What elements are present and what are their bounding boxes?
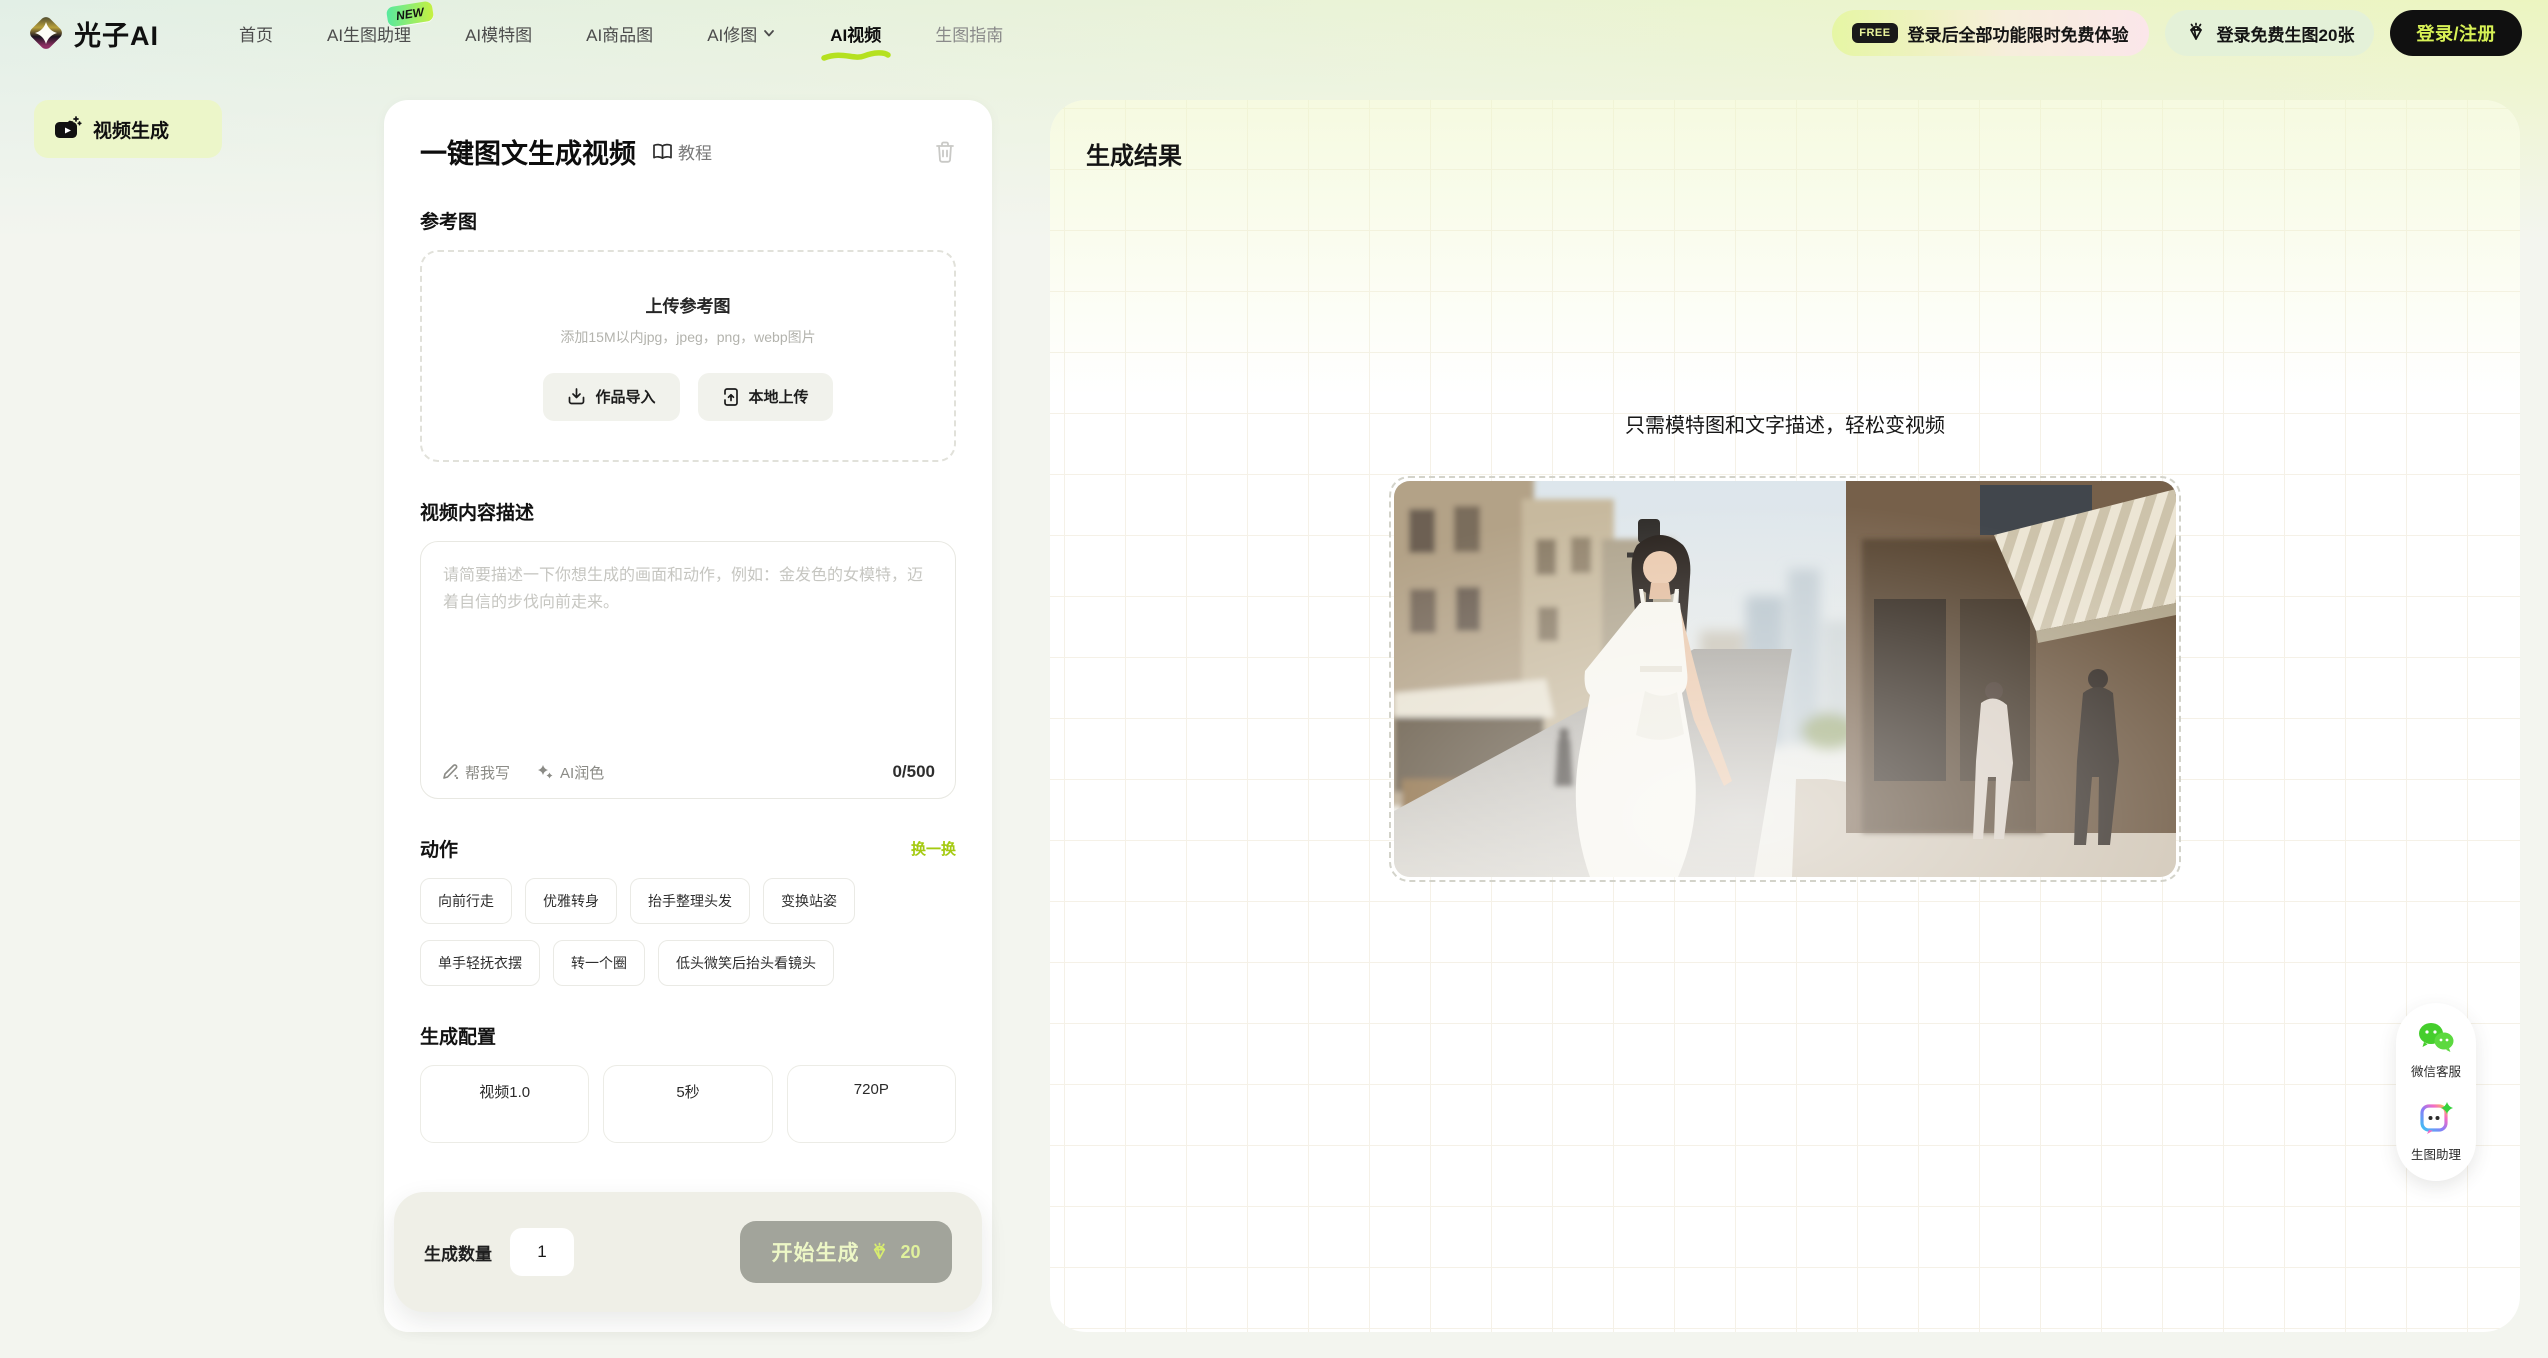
pencil-icon [441,763,459,781]
wechat-support-label: 微信客服 [2411,1061,2461,1080]
promo-text: 登录后全部功能限时免费体验 [1908,21,2129,46]
new-badge: NEW [386,0,435,27]
import-from-works-button[interactable]: 作品导入 [543,373,679,421]
action-tag-row-1: 向前行走 优雅转身 抬手整理头发 变换站姿 [420,878,956,924]
form-title: 一键图文生成视频 [420,132,636,171]
video-generation-form-panel: 一键图文生成视频 教程 参考图 上传参考图 添加15M以内jpg，jpeg，pn… [384,100,992,1332]
upload-title: 上传参考图 [646,292,731,317]
reference-image-label: 参考图 [420,207,956,234]
config-option-model[interactable]: 视频1.0 [420,1065,589,1143]
config-options-row: 视频1.0 5秒 720P [420,1065,956,1143]
image-assistant-icon [2416,1098,2456,1138]
free-trial-promo-pill[interactable]: FREE 登录后全部功能限时免费体验 [1832,10,2148,56]
chevron-down-icon [762,26,776,40]
quantity-input[interactable] [510,1228,574,1276]
shuffle-actions-link[interactable]: 换一换 [911,838,956,859]
char-counter: 0/500 [892,762,935,782]
sidebar-item-label: 视频生成 [93,116,169,143]
gem-cost-icon [869,1242,890,1263]
demo-video-frame [1389,476,2181,882]
tutorial-link[interactable]: 教程 [652,139,712,164]
config-option-resolution[interactable]: 720P [787,1065,956,1143]
book-icon [652,143,673,161]
sidebar-item-video-generation[interactable]: 视频生成 [34,100,222,158]
generation-config-label: 生成配置 [420,1022,956,1049]
config-option-duration[interactable]: 5秒 [603,1065,772,1143]
quantity-label: 生成数量 [424,1240,492,1265]
main-nav: 首页 AI生图助理 NEW AI模特图 AI商品图 AI修图 AI视频 生图指南 [239,21,1003,46]
image-assistant-button[interactable]: 生图助理 [2411,1098,2461,1163]
logo-diamond-icon [26,13,66,53]
demo-model-street-image [1394,481,2176,877]
floating-contact-pill: 微信客服 生图助理 [2396,1003,2476,1181]
logo[interactable]: 光子AI [26,13,159,53]
generation-result-panel: 生成结果 只需模特图和文字描述，轻松变视频 [1050,100,2520,1332]
action-tag[interactable]: 抬手整理头发 [630,878,750,924]
active-underline-swoosh [820,48,892,62]
free-badge: FREE [1852,23,1897,43]
action-label: 动作 [420,835,458,862]
nav-item-ai-image-assistant[interactable]: AI生图助理 NEW [327,21,411,46]
action-tag[interactable]: 向前行走 [420,878,512,924]
top-navigation-bar: 光子AI 首页 AI生图助理 NEW AI模特图 AI商品图 AI修图 AI视频… [0,0,2548,66]
description-textarea[interactable] [421,542,955,732]
login-register-button[interactable]: 登录/注册 [2390,10,2522,56]
action-tag[interactable]: 低头微笑后抬头看镜头 [658,940,834,986]
description-label: 视频内容描述 [420,498,956,525]
action-tag[interactable]: 转一个圈 [553,940,645,986]
wechat-icon [2416,1021,2456,1055]
upload-hint: 添加15M以内jpg，jpeg，png，webp图片 [560,327,815,347]
nav-item-ai-product-image[interactable]: AI商品图 [586,21,653,46]
logo-text: 光子AI [74,14,159,53]
action-tag-row-2: 单手轻抚衣摆 转一个圈 低头微笑后抬头看镜头 [420,940,956,986]
import-icon [567,387,586,406]
header-right-actions: FREE 登录后全部功能限时免费体验 登录免费生图20张 登录/注册 [1832,10,2522,56]
nav-item-ai-video[interactable]: AI视频 [830,21,881,46]
credits-text: 登录免费生图20张 [2217,21,2355,46]
start-generate-button[interactable]: 开始生成 20 [740,1221,952,1283]
ai-polish-button[interactable]: AI润色 [536,762,604,783]
generate-action-bar: 生成数量 开始生成 20 [394,1192,982,1312]
nav-item-ai-model-image[interactable]: AI模特图 [465,21,532,46]
nav-item-guide[interactable]: 生图指南 [935,21,1003,46]
reference-upload-dropzone[interactable]: 上传参考图 添加15M以内jpg，jpeg，png，webp图片 作品导入 [420,250,956,462]
gem-icon [2185,22,2207,44]
nav-item-ai-retouch[interactable]: AI修图 [707,21,776,46]
result-empty-hint: 只需模特图和文字描述，轻松变视频 [1625,409,1945,438]
trash-icon[interactable] [934,140,956,164]
description-editor: 帮我写 AI润色 0/500 [420,541,956,799]
action-tag[interactable]: 变换站姿 [763,878,855,924]
local-upload-button[interactable]: 本地上传 [698,373,833,421]
login-credits-pill[interactable]: 登录免费生图20张 [2165,10,2375,56]
generate-cost: 20 [900,1242,920,1263]
video-generation-icon [52,114,82,144]
sparkle-icon [536,763,554,781]
wechat-support-button[interactable]: 微信客服 [2411,1021,2461,1080]
help-me-write-button[interactable]: 帮我写 [441,762,510,783]
nav-item-home[interactable]: 首页 [239,21,273,46]
result-title: 生成结果 [1050,100,2520,171]
action-tag[interactable]: 优雅转身 [525,878,617,924]
image-assistant-label: 生图助理 [2411,1144,2461,1163]
action-tag[interactable]: 单手轻抚衣摆 [420,940,540,986]
file-upload-icon [722,387,740,407]
